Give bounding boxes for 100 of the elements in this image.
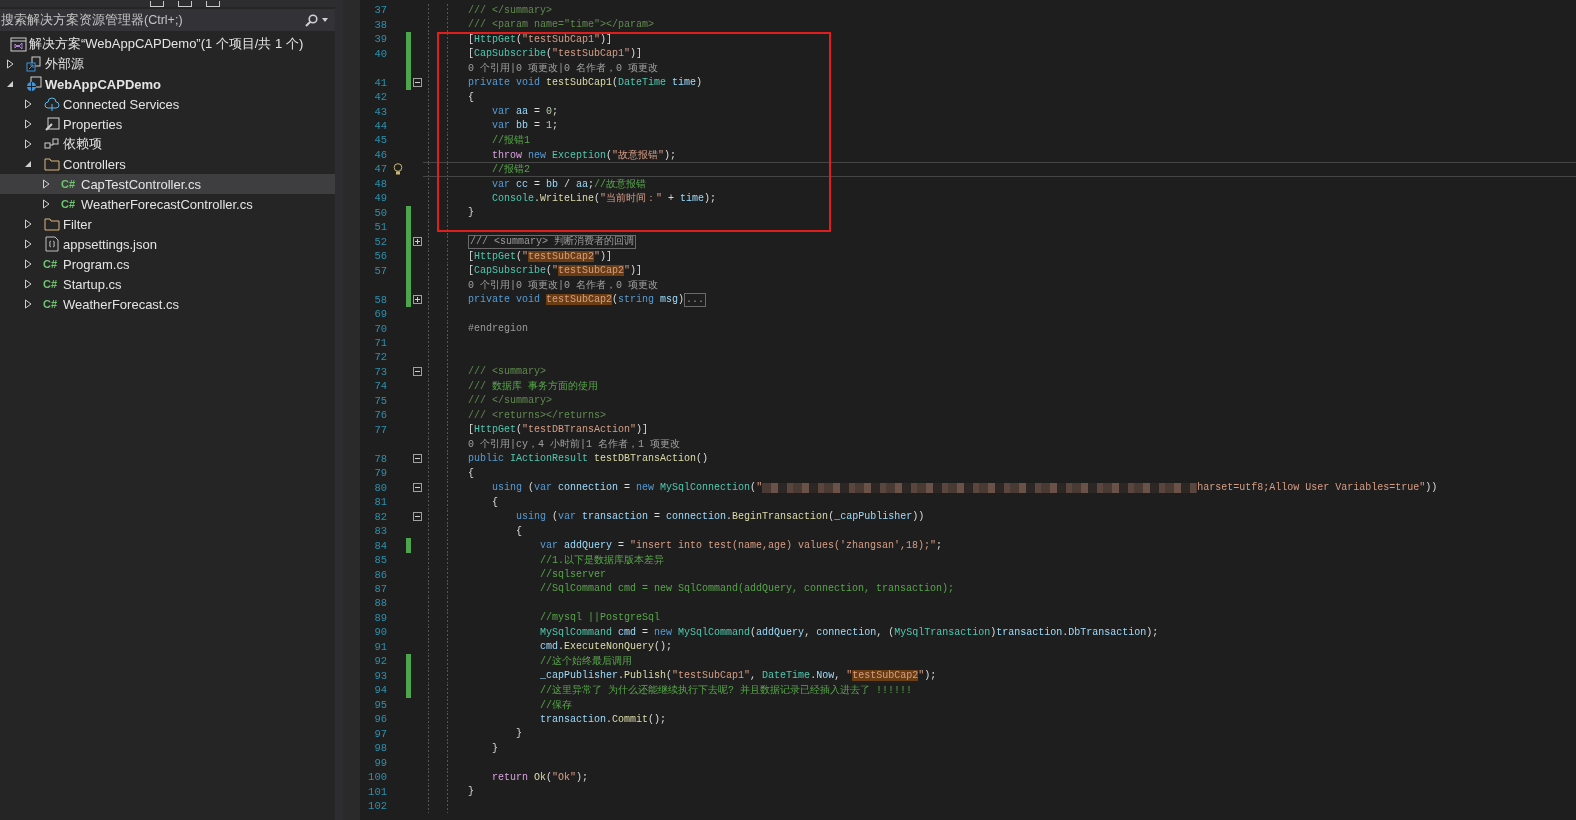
line-number: 71 [373,337,388,349]
fold-minus-icon[interactable] [413,512,422,522]
dropdown-caret-icon[interactable] [321,17,329,23]
toolbar-icon[interactable] [206,1,220,7]
code-text: var cc = bb / aa;//故意报错 [491,177,647,191]
expand-arrow-icon[interactable] [24,119,33,129]
expand-arrow-icon[interactable] [24,219,33,229]
expand-arrow-icon[interactable] [24,239,33,249]
code-text: /// <returns></returns> [468,409,607,421]
collapsed-code[interactable]: ... [684,292,707,307]
collapsed-code[interactable]: /// <summary> 判断消费者的回调 [468,234,636,249]
line-number: 87 [373,583,388,595]
line-number: 83 [373,525,388,538]
expand-arrow-icon[interactable] [24,139,33,149]
line-number: 43 [373,105,388,118]
line-number: 46 [373,148,388,161]
code-text: //这里异常了 为什么还能继续执行下去呢? 并且数据记录已经插入进去了 !!!!!! [539,683,913,698]
codelens-info[interactable]: 0 个引用|0 项更改|0 名作者，0 项更改 [468,278,658,293]
code-text: private void testSubCap2(string msg) [468,294,685,306]
tree-item[interactable]: 解决方案“WebAppCAPDemo”(1 个项目/共 1 个) [0,34,335,54]
line-number: 37 [373,4,388,17]
tree-item[interactable]: Filter [0,214,335,234]
line-number: 49 [373,192,388,205]
code-text: { [468,467,474,479]
tree-item[interactable]: C# WeatherForecast.cs [0,294,335,314]
line-number: 39 [373,33,388,46]
expand-arrow-icon[interactable] [42,199,51,209]
code-text: //保存 [539,698,572,712]
collapse-arrow-icon[interactable] [24,159,33,169]
codelens-info[interactable]: 0 个引用|0 项更改|0 名作者，0 项更改 [468,61,658,76]
line-number: 81 [373,496,388,509]
line-number: 85 [373,554,388,567]
code-text: //1.以下是数据库版本差异 [539,553,664,568]
fold-plus-icon[interactable] [413,295,422,305]
code-text: var aa = 0; [491,106,559,117]
tree-item[interactable]: C# CapTestController.cs [0,174,335,194]
tree-item[interactable]: C# Startup.cs [0,274,335,294]
line-number: 42 [373,91,388,104]
expand-arrow-icon[interactable] [24,299,33,309]
code-text: { [468,91,474,103]
tree-item[interactable]: C# Program.cs [0,254,335,274]
code-text: //报错1 [491,134,530,148]
expand-arrow-icon[interactable] [42,179,51,189]
lightbulb-icon[interactable] [393,163,403,176]
toolbar-icon[interactable] [150,1,164,7]
json-file-icon [45,236,59,252]
code-text: [HttpGet("testDBTransAction")] [468,424,649,436]
csharp-file-icon: C# [43,278,61,290]
line-number: 57 [373,264,388,277]
tree-item[interactable]: 依赖项 [0,134,335,154]
line-number: 98 [373,742,388,755]
line-number: 44 [373,120,388,132]
line-number: 84 [373,539,388,552]
code-text: private void testSubCap1(DateTime time) [468,77,703,89]
fold-minus-icon[interactable] [413,367,422,377]
code-text: #endregion [468,323,528,335]
tree-item[interactable]: 外部源 [0,54,335,74]
line-number: 38 [373,18,388,31]
web-project-icon [26,76,42,92]
code-text: /// <param name="time"></param> [468,19,655,31]
expand-arrow-icon[interactable] [24,279,33,289]
line-number: 51 [373,221,388,234]
code-text: //这个始终最后调用 [539,654,632,669]
tree-item[interactable]: Properties [0,114,335,134]
line-number: 52 [373,235,388,248]
code-text: harset=utf8;Allow User Variables=true")) [1197,482,1438,494]
code-text: MySqlCommand cmd = new MySqlCommand(addQuery, connection, (MySqlTransaction)transaction.DbTransaction); [539,626,1159,638]
code-text: } [491,742,498,754]
line-number: 86 [373,568,388,581]
tree-item[interactable]: Controllers [0,154,335,174]
cloud-icon [44,96,60,112]
code-text: /// </summary> [468,395,552,407]
fold-minus-icon[interactable] [413,454,422,464]
tree-item[interactable]: C# WeatherForecastController.cs [0,194,335,214]
fold-plus-icon[interactable] [413,237,422,247]
tree-item[interactable]: appsettings.json [0,234,335,254]
toolbar-icon[interactable] [178,1,192,7]
csharp-file-icon: C# [43,298,61,310]
line-number: 91 [373,640,388,653]
fold-minus-icon[interactable] [413,483,422,493]
tree-item[interactable]: Connected Services [0,94,335,114]
code-text: [CapSubscribe("testSubCap1")] [468,48,643,60]
expand-arrow-icon[interactable] [24,99,33,109]
line-number: 89 [373,611,388,624]
line-number: 45 [373,134,388,147]
line-number: 97 [373,727,388,740]
code-text: /// <summary> [468,366,546,378]
search-field[interactable]: 搜索解决方案资源管理器(Ctrl+;) [0,9,335,31]
code-text: var addQuery = "insert into test(name,age) values('zhangsan',18);"; [539,540,943,552]
collapse-arrow-icon[interactable] [6,79,15,89]
expand-arrow-icon[interactable] [24,259,33,269]
code-text: Console.WriteLine("当前时间：" + time); [491,192,717,206]
codelens-info[interactable]: 0 个引用|cy，4 小时前|1 名作者，1 项更改 [468,437,680,452]
code-text: { [491,496,498,508]
tree-item[interactable]: WebAppCAPDemo [0,74,335,94]
expand-arrow-icon[interactable] [6,59,15,69]
line-number: 93 [373,669,388,682]
code-text: //报错2 [491,163,530,177]
line-number: 92 [373,655,388,668]
fold-minus-icon[interactable] [413,78,422,88]
